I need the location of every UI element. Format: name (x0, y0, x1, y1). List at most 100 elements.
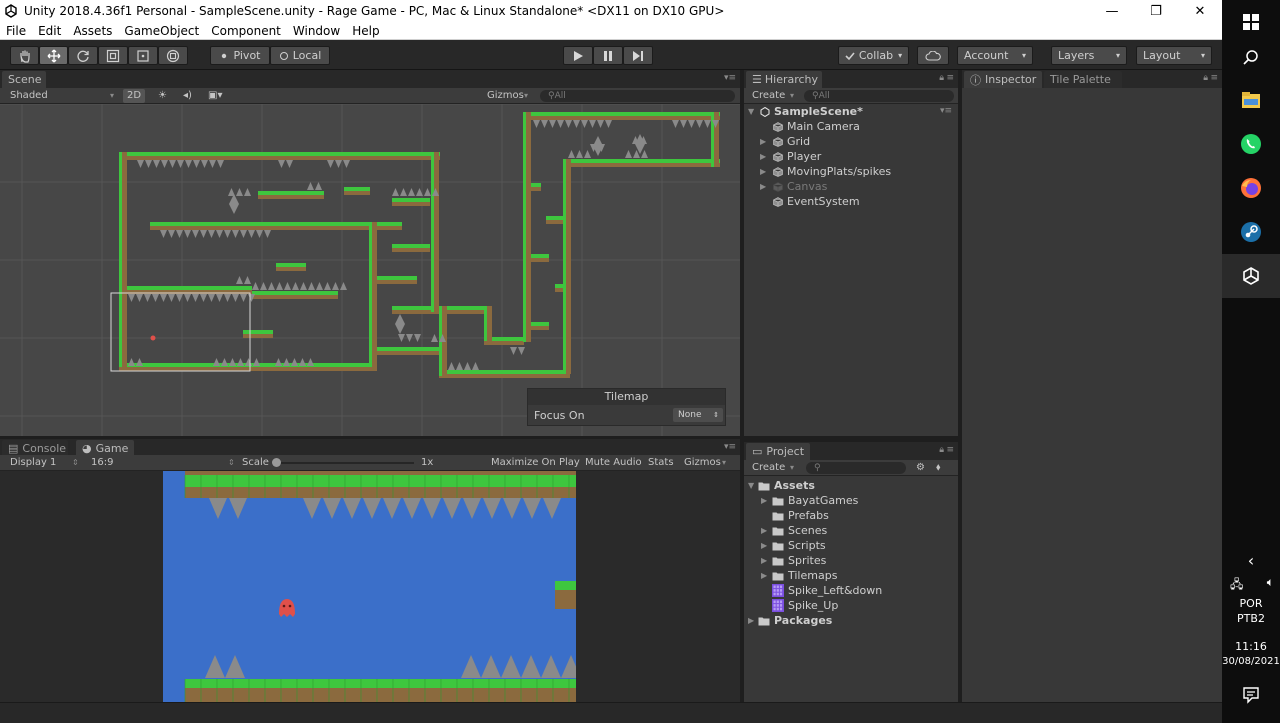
play-button[interactable] (563, 46, 593, 65)
hierarchy-item[interactable]: ▶ Grid (744, 134, 958, 149)
focus-on-dropdown[interactable]: None ⇕ (673, 408, 723, 422)
menu-edit[interactable]: Edit (32, 22, 67, 40)
project-item[interactable]: ▶ Sprites (744, 553, 958, 568)
firefox-button[interactable] (1222, 166, 1280, 210)
expand-arrow-icon[interactable]: ▶ (760, 134, 766, 149)
hierarchy-item[interactable]: ▶ Player (744, 149, 958, 164)
expand-arrow-icon[interactable]: ▶ (761, 553, 767, 568)
mute-audio-toggle[interactable]: Mute Audio (585, 456, 642, 470)
project-item[interactable]: ▶ BayatGames (744, 493, 958, 508)
expand-arrow-icon[interactable]: ▶ (760, 149, 766, 164)
scene-viewport[interactable]: Tilemap Focus On None ⇕ (0, 104, 740, 436)
tab-hierarchy[interactable]: ☰ Hierarchy (746, 71, 822, 88)
game-gizmos-dropdown[interactable]: Gizmos (684, 456, 721, 470)
whatsapp-button[interactable] (1222, 122, 1280, 166)
clock[interactable]: 11:16 30/08/2021 (1222, 639, 1280, 669)
audio-icon[interactable]: ◂) (183, 89, 192, 103)
display-dropdown[interactable]: Display 1 (10, 456, 56, 470)
expand-arrow-icon[interactable]: ▶ (748, 613, 754, 628)
cloud-button[interactable] (917, 46, 949, 65)
expand-arrow-icon[interactable]: ▶ (761, 523, 767, 538)
search-button[interactable] (1222, 36, 1280, 80)
rotate-tool-button[interactable] (68, 46, 98, 65)
pause-button[interactable] (593, 46, 623, 65)
menu-assets[interactable]: Assets (67, 22, 118, 40)
menu-gameobject[interactable]: GameObject (118, 22, 205, 40)
lighting-icon[interactable]: ☀ (158, 89, 167, 103)
layers-dropdown[interactable]: Layers ▾ (1051, 46, 1127, 65)
move-tool-button[interactable] (39, 46, 68, 65)
steam-button[interactable] (1222, 210, 1280, 254)
filter-by-label-icon[interactable]: ⬧ (936, 461, 941, 475)
collab-dropdown[interactable]: Collab ▾ (838, 46, 909, 65)
hierarchy-item[interactable]: ▶ MovingPlats/spikes (744, 164, 958, 179)
hierarchy-item[interactable]: ▶ Canvas (744, 179, 958, 194)
hierarchy-search-input[interactable]: ⚲All (804, 90, 954, 102)
panel-menu-icon[interactable]: ▾≡ (724, 73, 736, 83)
menu-help[interactable]: Help (346, 22, 385, 40)
hierarchy-item[interactable]: Main Camera (744, 119, 958, 134)
packages-root-row[interactable]: ▶ Packages (744, 613, 958, 628)
notifications-button[interactable] (1222, 675, 1280, 715)
scene-menu-icon[interactable]: ▾≡ (940, 104, 952, 119)
hierarchy-create-button[interactable]: Create (752, 89, 785, 103)
expand-arrow-icon[interactable]: ▶ (761, 568, 767, 583)
project-item[interactable]: Prefabs (744, 508, 958, 523)
assets-root-row[interactable]: ▼ Assets (744, 478, 958, 493)
menu-component[interactable]: Component (205, 22, 287, 40)
project-item[interactable]: Spike_Left&down (744, 583, 958, 598)
step-button[interactable] (623, 46, 653, 65)
project-item[interactable]: ▶ Tilemaps (744, 568, 958, 583)
panel-menu-icon[interactable]: ≡ (946, 445, 954, 455)
project-item[interactable]: ▶ Scenes (744, 523, 958, 538)
rect-tool-button[interactable] (128, 46, 158, 65)
tab-project[interactable]: ▭ Project (746, 443, 810, 460)
restore-button[interactable]: ❐ (1134, 0, 1178, 22)
project-item[interactable]: Spike_Up (744, 598, 958, 613)
volume-icon[interactable]: 🔈︎ (1267, 575, 1274, 591)
expand-arrow-icon[interactable]: ▶ (761, 493, 767, 508)
panel-menu-icon[interactable]: ▾≡ (724, 442, 736, 452)
panel-menu-icon[interactable]: ≡ (946, 73, 954, 83)
pivot-toggle[interactable]: Pivot (210, 46, 270, 65)
transform-tool-button[interactable] (158, 46, 188, 65)
stats-toggle[interactable]: Stats (648, 456, 674, 470)
scene-gizmos-dropdown[interactable]: Gizmos (487, 89, 524, 103)
scene-search-input[interactable]: ⚲All (540, 90, 735, 102)
project-item[interactable]: ▶ Scripts (744, 538, 958, 553)
tab-scene[interactable]: Scene (2, 71, 46, 88)
scene-root-row[interactable]: ▼ SampleScene* ▾≡ (744, 104, 958, 119)
input-language-indicator[interactable]: POR PTB2 (1222, 596, 1280, 626)
aspect-dropdown[interactable]: 16:9 (91, 456, 113, 470)
lock-icon[interactable]: 🔒︎ (939, 445, 944, 455)
expand-arrow-icon[interactable]: ▶ (760, 179, 766, 194)
expand-arrow-icon[interactable]: ▶ (760, 164, 766, 179)
expand-arrow-icon[interactable]: ▼ (748, 104, 754, 119)
scale-slider-thumb[interactable] (272, 458, 281, 467)
expand-arrow-icon[interactable]: ▶ (761, 538, 767, 553)
file-explorer-button[interactable] (1222, 78, 1280, 122)
tab-inspector[interactable]: ⓘ Inspector (964, 71, 1042, 88)
local-toggle[interactable]: Local (270, 46, 330, 65)
network-icon[interactable]: 🖧︎ (1230, 575, 1243, 591)
panel-menu-icon[interactable]: ≡ (1210, 73, 1218, 83)
menu-window[interactable]: Window (287, 22, 346, 40)
close-button[interactable]: ✕ (1178, 0, 1222, 22)
minimize-button[interactable]: — (1090, 0, 1134, 22)
lock-icon[interactable]: 🔒︎ (1203, 73, 1208, 83)
scale-tool-button[interactable] (98, 46, 128, 65)
game-view-render[interactable] (163, 471, 576, 702)
menu-file[interactable]: File (0, 22, 32, 40)
filter-by-type-icon[interactable]: ⚙ (916, 461, 925, 475)
2d-mode-toggle[interactable]: 2D (123, 89, 146, 103)
lock-icon[interactable]: 🔒︎ (939, 73, 944, 83)
tab-tile-palette[interactable]: Tile Palette (1044, 71, 1122, 88)
hand-tool-button[interactable] (10, 46, 39, 65)
account-dropdown[interactable]: Account ▾ (957, 46, 1033, 65)
hierarchy-item[interactable]: EventSystem (744, 194, 958, 209)
scale-slider-track[interactable] (276, 462, 414, 464)
show-hidden-icons-button[interactable]: ‹ (1222, 540, 1280, 580)
unity-taskbar-button[interactable] (1222, 254, 1280, 298)
layout-dropdown[interactable]: Layout ▾ (1136, 46, 1212, 65)
shading-mode-dropdown[interactable]: Shaded (10, 89, 48, 103)
